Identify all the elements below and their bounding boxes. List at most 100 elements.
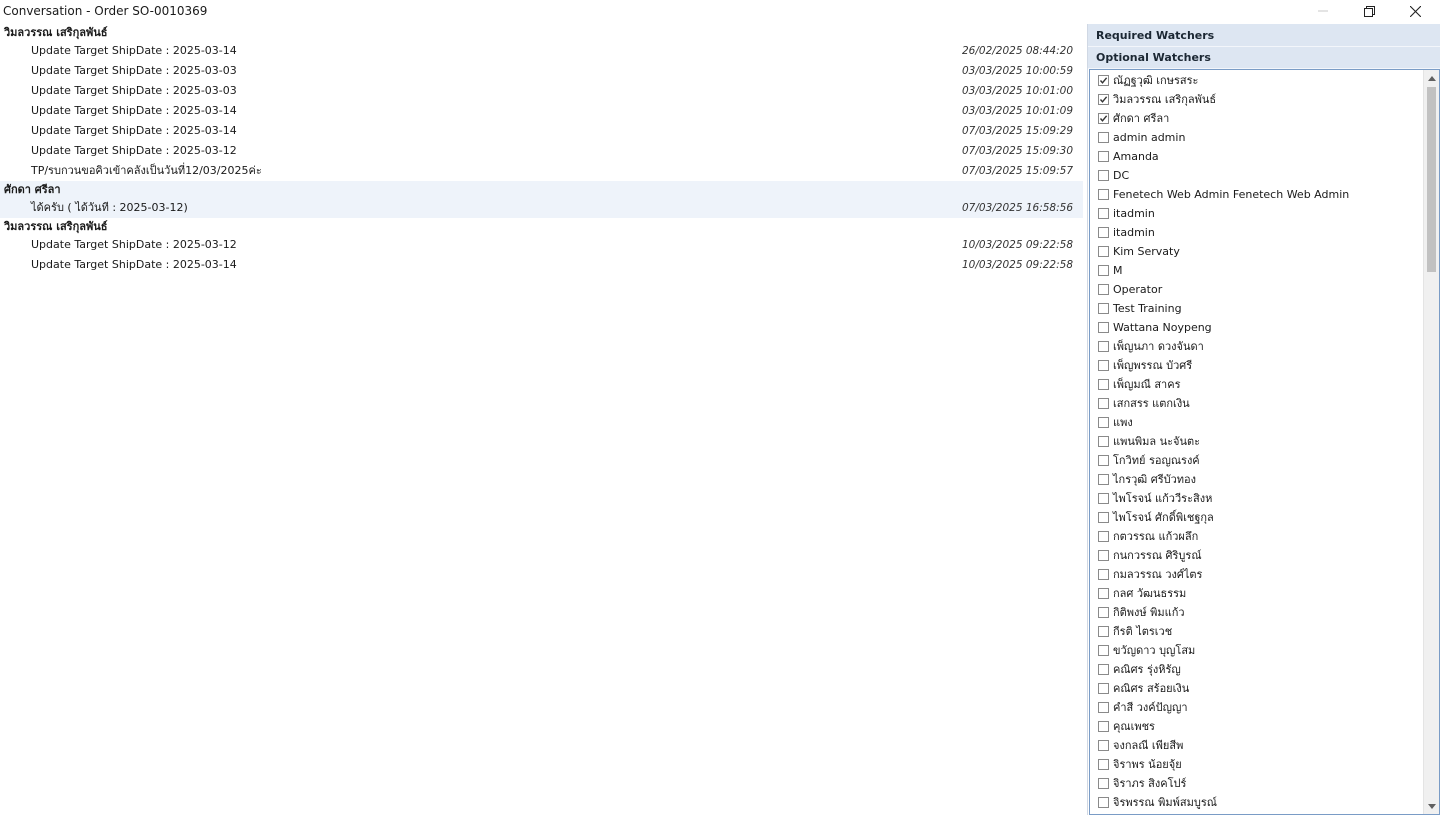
watcher-item[interactable]: คุณเพชร [1090, 717, 1423, 736]
watcher-item[interactable]: เพ็ญมณี สาคร [1090, 375, 1423, 394]
watcher-checkbox[interactable] [1098, 417, 1109, 428]
watcher-item[interactable]: กีรติ ไตรเวช [1090, 622, 1423, 641]
watcher-checkbox[interactable] [1098, 645, 1109, 656]
watcher-item[interactable]: itadmin [1090, 223, 1423, 242]
watcher-checkbox[interactable] [1098, 626, 1109, 637]
watcher-checkbox[interactable] [1098, 474, 1109, 485]
watcher-item[interactable]: กลศ วัฒนธรรม [1090, 584, 1423, 603]
watcher-checkbox[interactable] [1098, 246, 1109, 257]
watcher-checkbox[interactable] [1098, 398, 1109, 409]
watcher-item[interactable]: โกวิทย์ รอญณรงค์ [1090, 451, 1423, 470]
watcher-item[interactable]: กนกวรรณ ศิริบูรณ์ [1090, 546, 1423, 565]
watcher-item[interactable]: แพง [1090, 413, 1423, 432]
watcher-item[interactable]: จงกลณี เพียสีพ [1090, 736, 1423, 755]
message-row[interactable]: Update Target ShipDate : 2025-03-14 03/03… [0, 101, 1083, 121]
watcher-item[interactable]: itadmin [1090, 204, 1423, 223]
vertical-scrollbar[interactable] [1423, 70, 1439, 814]
watcher-item[interactable]: จิราพร น้อยจุ้ย [1090, 755, 1423, 774]
watcher-item[interactable]: DC [1090, 166, 1423, 185]
watcher-checkbox[interactable] [1098, 455, 1109, 466]
watcher-checkbox[interactable] [1098, 284, 1109, 295]
watcher-checkbox[interactable] [1098, 227, 1109, 238]
watcher-checkbox[interactable] [1098, 189, 1109, 200]
watcher-item[interactable]: แพนพิมล นะจันตะ [1090, 432, 1423, 451]
watcher-checkbox[interactable] [1098, 778, 1109, 789]
watcher-item[interactable]: ไพโรจน์ ศักดิ์พิเชฐกุล [1090, 508, 1423, 527]
scroll-up-button[interactable] [1424, 70, 1439, 86]
watcher-checkbox[interactable] [1098, 170, 1109, 181]
watcher-item[interactable]: ไกรวุฒิ ศรีบัวทอง [1090, 470, 1423, 489]
watcher-item[interactable]: จิรพรรณ พิมพ์สมบูรณ์ [1090, 793, 1423, 812]
watcher-item[interactable]: Test Training [1090, 299, 1423, 318]
watcher-checkbox[interactable] [1098, 569, 1109, 580]
minimize-button[interactable] [1300, 0, 1346, 22]
watcher-checkbox[interactable] [1098, 512, 1109, 523]
watcher-item[interactable]: จิราภร สิงคโปร์ [1090, 774, 1423, 793]
message-text: Update Target ShipDate : 2025-03-14 [31, 44, 237, 57]
watcher-checkbox[interactable] [1098, 379, 1109, 390]
watcher-checkbox[interactable] [1098, 550, 1109, 561]
watcher-checkbox[interactable] [1098, 702, 1109, 713]
required-watchers-header[interactable]: Required Watchers [1088, 24, 1440, 47]
watcher-item[interactable]: Wattana Noypeng [1090, 318, 1423, 337]
watcher-checkbox[interactable] [1098, 588, 1109, 599]
message-row[interactable]: ได้ครับ ( ได้วันที : 2025-03-12) 07/03/20… [0, 198, 1083, 218]
watcher-checkbox[interactable] [1098, 132, 1109, 143]
watcher-item[interactable]: ศักดา ศรีลา [1090, 109, 1423, 128]
watcher-checkbox[interactable] [1098, 303, 1109, 314]
watcher-checkbox[interactable] [1098, 759, 1109, 770]
watcher-checkbox[interactable] [1098, 208, 1109, 219]
message-row[interactable]: Update Target ShipDate : 2025-03-12 10/03… [0, 235, 1083, 255]
scroll-down-button[interactable] [1424, 798, 1439, 814]
message-row[interactable]: Update Target ShipDate : 2025-03-03 03/03… [0, 81, 1083, 101]
watcher-checkbox[interactable] [1098, 493, 1109, 504]
watcher-checkbox[interactable] [1098, 683, 1109, 694]
message-row[interactable]: Update Target ShipDate : 2025-03-14 10/03… [0, 255, 1083, 275]
watcher-checkbox[interactable] [1098, 113, 1109, 124]
message-row[interactable]: Update Target ShipDate : 2025-03-03 03/03… [0, 61, 1083, 81]
watcher-checkbox[interactable] [1098, 797, 1109, 808]
watcher-checkbox[interactable] [1098, 721, 1109, 732]
watcher-item[interactable]: กตวรรณ แก้วผลึก [1090, 527, 1423, 546]
watcher-item[interactable]: Fenetech Web Admin Fenetech Web Admin [1090, 185, 1423, 204]
message-row[interactable]: TP/รบกวนขอคิวเข้าคลังเป็นวันที่12/03/202… [0, 161, 1083, 181]
watcher-item[interactable]: เสกสรร แตกเงิน [1090, 394, 1423, 413]
watcher-checkbox[interactable] [1098, 265, 1109, 276]
watcher-item[interactable]: วิมลวรรณ เสริกุลพันธ์ [1090, 90, 1423, 109]
watcher-item[interactable]: คำสี วงค์ปัญญา [1090, 698, 1423, 717]
watcher-checkbox[interactable] [1098, 322, 1109, 333]
watcher-item[interactable]: คณิศร สร้อยเงิน [1090, 679, 1423, 698]
watcher-item[interactable]: ไพโรจน์ แก้ววีระสิงห [1090, 489, 1423, 508]
watcher-item[interactable]: ณัฏฐวุฒิ เกษรสระ [1090, 71, 1423, 90]
watcher-checkbox[interactable] [1098, 531, 1109, 542]
watcher-item[interactable]: Operator [1090, 280, 1423, 299]
watcher-item[interactable]: admin admin [1090, 128, 1423, 147]
watcher-checkbox[interactable] [1098, 151, 1109, 162]
close-button[interactable] [1392, 0, 1438, 22]
watcher-item[interactable]: คณิศร รุ่งหิรัญ [1090, 660, 1423, 679]
watcher-checkbox[interactable] [1098, 94, 1109, 105]
watcher-checkbox[interactable] [1098, 740, 1109, 751]
optional-watchers-list[interactable]: ณัฏฐวุฒิ เกษรสระ วิมลวรรณ เสริกุลพันธ์ศัก… [1089, 69, 1440, 815]
watcher-checkbox[interactable] [1098, 607, 1109, 618]
watcher-checkbox[interactable] [1098, 664, 1109, 675]
watcher-checkbox[interactable] [1098, 341, 1109, 352]
watcher-item[interactable]: ขวัญดาว บุญโสม [1090, 641, 1423, 660]
restore-button[interactable] [1346, 0, 1392, 22]
watcher-item[interactable]: กมลวรรณ วงศ์ไตร [1090, 565, 1423, 584]
watcher-item[interactable]: M [1090, 261, 1423, 280]
message-row[interactable]: Update Target ShipDate : 2025-03-12 07/03… [0, 141, 1083, 161]
watcher-item[interactable]: Kim Servaty [1090, 242, 1423, 261]
watcher-item[interactable]: เพ็ญพรรณ บัวศรี [1090, 356, 1423, 375]
message-row[interactable]: Update Target ShipDate : 2025-03-14 07/03… [0, 121, 1083, 141]
watcher-checkbox[interactable] [1098, 75, 1109, 86]
watcher-name: ศักดา ศรีลา [1113, 112, 1170, 125]
scrollbar-thumb[interactable] [1427, 87, 1436, 272]
message-row[interactable]: Update Target ShipDate : 2025-03-14 26/02… [0, 41, 1083, 61]
watcher-checkbox[interactable] [1098, 436, 1109, 447]
watcher-item[interactable]: กิติพงษ์ พิมแก้ว [1090, 603, 1423, 622]
watcher-item[interactable]: เพ็ญนภา ดวงจันดา [1090, 337, 1423, 356]
watcher-checkbox[interactable] [1098, 360, 1109, 371]
watcher-item[interactable]: Amanda [1090, 147, 1423, 166]
optional-watchers-header[interactable]: Optional Watchers [1088, 47, 1440, 69]
